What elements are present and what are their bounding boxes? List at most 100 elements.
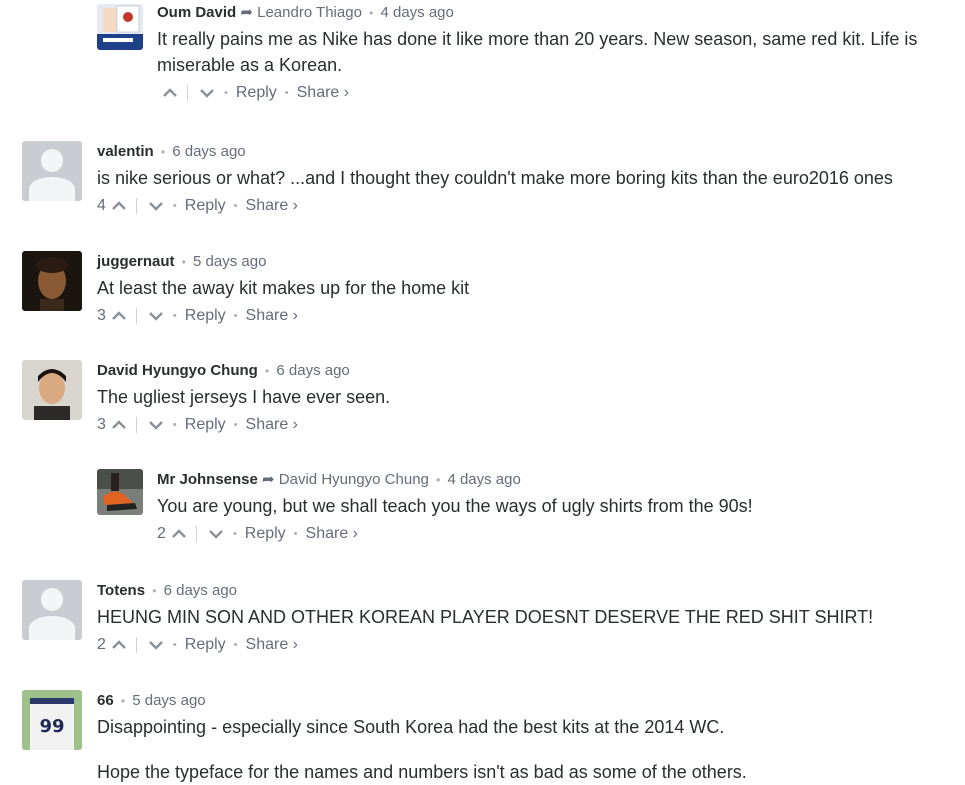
comment-text: At least the away kit makes up for the h… bbox=[97, 275, 957, 301]
separator-dot: • bbox=[293, 528, 298, 540]
vote-divider bbox=[135, 637, 137, 653]
separator-dot: • bbox=[160, 145, 166, 159]
separator-dot: • bbox=[436, 473, 441, 487]
comment-actions: 3 • Reply • Share › bbox=[97, 306, 957, 326]
reply-button[interactable]: Reply bbox=[185, 415, 226, 435]
upvote-chevron-icon[interactable] bbox=[161, 86, 179, 100]
separator-dot: • bbox=[172, 310, 177, 322]
avatar[interactable] bbox=[22, 251, 82, 311]
separator-dot: • bbox=[181, 255, 186, 269]
share-button[interactable]: Share › bbox=[306, 524, 358, 544]
share-button[interactable]: Share › bbox=[246, 635, 298, 655]
vote-divider bbox=[135, 308, 137, 324]
comment-actions: 3 • Reply • Share › bbox=[97, 415, 957, 435]
timestamp[interactable]: 4 days ago bbox=[380, 4, 453, 21]
separator-dot: • bbox=[152, 584, 157, 598]
separator-dot: • bbox=[233, 200, 238, 212]
comment-paragraph: Hope the typeface for the names and numb… bbox=[97, 762, 747, 782]
separator-dot: • bbox=[284, 87, 289, 99]
author-name[interactable]: Oum David bbox=[157, 4, 236, 21]
author-name[interactable]: 66 bbox=[97, 692, 114, 709]
timestamp[interactable]: 6 days ago bbox=[172, 143, 245, 160]
comment-paragraph: HEUNG MIN SON AND OTHER KOREAN PLAYER DO… bbox=[97, 607, 874, 627]
comment-header: valentin • 6 days ago bbox=[97, 143, 957, 161]
comment-text: HEUNG MIN SON AND OTHER KOREAN PLAYER DO… bbox=[97, 604, 965, 630]
comment-text: Disappointing - especially since South K… bbox=[97, 714, 957, 785]
comment-paragraph: is nike serious or what? ...and I though… bbox=[97, 168, 893, 188]
svg-text:99: 99 bbox=[39, 716, 64, 737]
separator-dot: • bbox=[172, 639, 177, 651]
reply-button[interactable]: Reply bbox=[185, 306, 226, 326]
separator-dot: • bbox=[233, 310, 238, 322]
avatar[interactable]: 99 bbox=[22, 690, 82, 750]
author-name[interactable]: valentin bbox=[97, 143, 154, 160]
avatar[interactable] bbox=[22, 360, 82, 420]
timestamp[interactable]: 6 days ago bbox=[276, 362, 349, 379]
upvote-chevron-icon[interactable] bbox=[170, 527, 188, 541]
comment-actions: 2 • Reply • Share › bbox=[157, 524, 947, 544]
comment-text: You are young, but we shall teach you th… bbox=[157, 493, 947, 519]
comment-text: It really pains me as Nike has done it l… bbox=[157, 26, 947, 78]
comment-text: The ugliest jerseys I have ever seen. bbox=[97, 384, 957, 410]
parent-author[interactable]: David Hyungyo Chung bbox=[279, 471, 429, 488]
downvote-chevron-icon[interactable] bbox=[147, 638, 165, 652]
author-name[interactable]: David Hyungyo Chung bbox=[97, 362, 258, 379]
upvote-chevron-icon[interactable] bbox=[110, 638, 128, 652]
reply-arrow-icon: ➦ bbox=[240, 4, 253, 21]
vote-count: 4 bbox=[97, 197, 106, 214]
vote-divider bbox=[135, 417, 137, 433]
comment-header: Mr Johnsense ➦ David Hyungyo Chung • 4 d… bbox=[157, 471, 947, 489]
separator-dot: • bbox=[120, 694, 126, 708]
vote-divider bbox=[187, 85, 188, 101]
timestamp[interactable]: 6 days ago bbox=[164, 582, 237, 599]
comment-actions: • Reply • Share › bbox=[157, 83, 947, 103]
vote-count: 3 bbox=[97, 416, 106, 433]
separator-dot: • bbox=[233, 639, 238, 651]
author-name[interactable]: Totens bbox=[97, 582, 145, 599]
avatar[interactable] bbox=[97, 4, 143, 50]
share-button[interactable]: Share › bbox=[246, 306, 298, 326]
avatar[interactable] bbox=[22, 141, 82, 201]
comment-paragraph: The ugliest jerseys I have ever seen. bbox=[97, 387, 391, 407]
downvote-chevron-icon[interactable] bbox=[207, 527, 225, 541]
comment-header: David Hyungyo Chung • 6 days ago bbox=[97, 362, 957, 380]
vote-divider bbox=[135, 198, 137, 214]
separator-dot: • bbox=[172, 419, 177, 431]
reply-button[interactable]: Reply bbox=[245, 524, 286, 544]
timestamp[interactable]: 5 days ago bbox=[193, 253, 266, 270]
share-button[interactable]: Share › bbox=[297, 83, 349, 103]
comment-header: juggernaut • 5 days ago bbox=[97, 253, 957, 271]
avatar[interactable] bbox=[22, 580, 82, 640]
reply-arrow-icon: ➦ bbox=[262, 471, 275, 488]
author-name[interactable]: juggernaut bbox=[97, 253, 175, 270]
comment-paragraph: At least the away kit makes up for the h… bbox=[97, 278, 470, 298]
comment-header: 66 • 5 days ago bbox=[97, 692, 957, 710]
separator-dot: • bbox=[265, 364, 270, 378]
comment-actions: 2 • Reply • Share › bbox=[97, 635, 965, 655]
reply-button[interactable]: Reply bbox=[236, 83, 277, 103]
separator-dot: • bbox=[172, 200, 177, 212]
reply-button[interactable]: Reply bbox=[185, 196, 226, 216]
separator-dot: • bbox=[369, 6, 374, 20]
timestamp[interactable]: 4 days ago bbox=[447, 471, 520, 488]
downvote-chevron-icon[interactable] bbox=[147, 199, 165, 213]
reply-button[interactable]: Reply bbox=[185, 635, 226, 655]
comment-header: Oum David ➦ Leandro Thiago • 4 days ago bbox=[157, 4, 947, 22]
avatar[interactable] bbox=[97, 469, 143, 515]
separator-dot: • bbox=[233, 419, 238, 431]
upvote-chevron-icon[interactable] bbox=[110, 418, 128, 432]
downvote-chevron-icon[interactable] bbox=[147, 418, 165, 432]
share-button[interactable]: Share › bbox=[246, 415, 298, 435]
downvote-chevron-icon[interactable] bbox=[147, 309, 165, 323]
downvote-chevron-icon[interactable] bbox=[198, 86, 216, 100]
author-name[interactable]: Mr Johnsense bbox=[157, 471, 258, 488]
upvote-chevron-icon[interactable] bbox=[110, 199, 128, 213]
vote-divider bbox=[195, 526, 197, 542]
share-button[interactable]: Share › bbox=[246, 196, 298, 216]
comment-actions: 4 • Reply • Share › bbox=[97, 196, 957, 216]
upvote-chevron-icon[interactable] bbox=[110, 309, 128, 323]
timestamp[interactable]: 5 days ago bbox=[132, 692, 205, 709]
parent-author[interactable]: Leandro Thiago bbox=[257, 4, 362, 21]
comment-paragraph: Disappointing - especially since South K… bbox=[97, 717, 725, 737]
comment-paragraph: You are young, but we shall teach you th… bbox=[157, 496, 753, 516]
